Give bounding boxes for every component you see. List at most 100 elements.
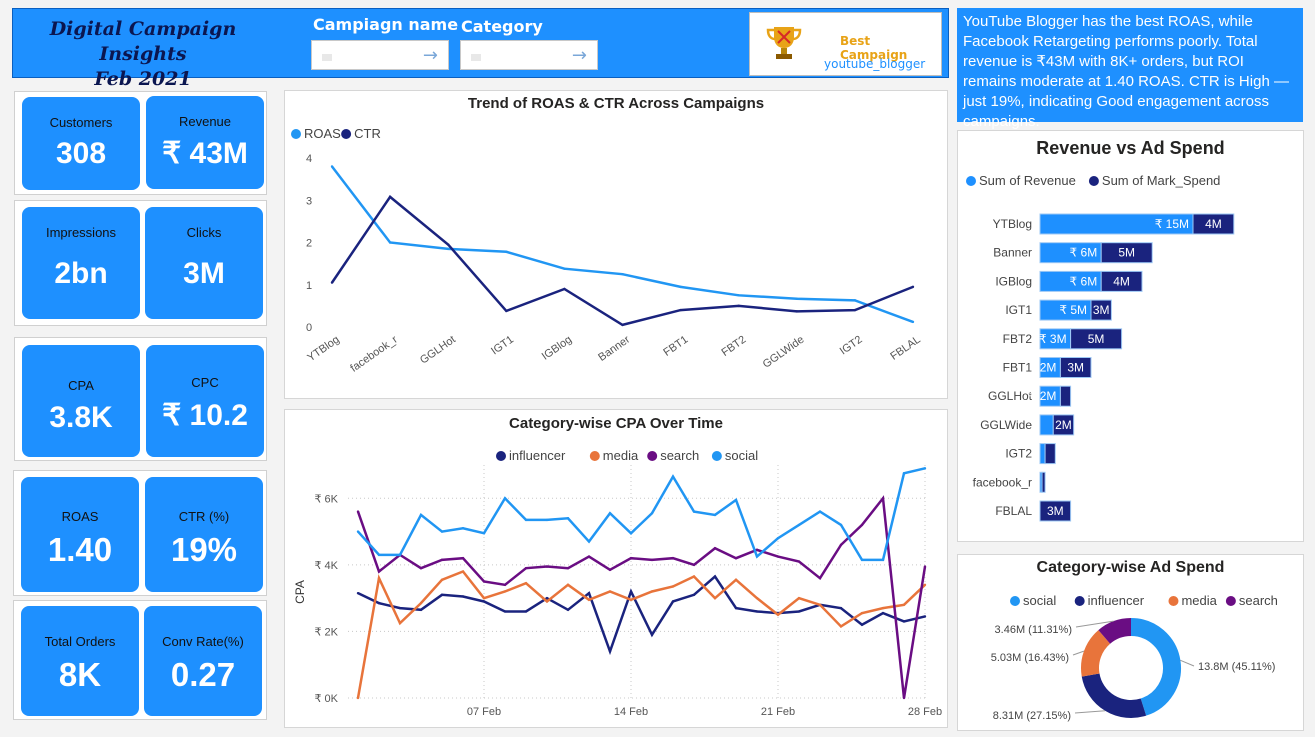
- ad-spend-donut-chart: social influencer media search 13.8M (45.11%…: [991, 593, 1278, 722]
- data-point: [853, 299, 857, 302]
- bar-data-label: 3M: [1047, 504, 1064, 518]
- series-line-roas: [331, 165, 914, 324]
- kpi-value: ₹ 43M: [162, 137, 248, 170]
- kpi-value: 8K: [58, 656, 102, 693]
- campaign-slicer-input[interactable]: →: [311, 40, 449, 70]
- data-point: [755, 610, 759, 613]
- bar-data-label: 4M: [1205, 217, 1222, 231]
- data-point: [419, 566, 423, 570]
- data-point: [608, 568, 612, 572]
- data-point: [776, 555, 780, 558]
- data-point: [505, 250, 508, 253]
- data-point: [566, 608, 570, 611]
- kpi-label: Impressions: [45, 225, 117, 240]
- data-point: [853, 308, 857, 312]
- data-point: [911, 320, 915, 324]
- data-point: [608, 590, 612, 593]
- bar-data-label: ₹ 2M: [1029, 361, 1057, 375]
- data-point: [545, 565, 549, 568]
- data-point: [671, 600, 675, 603]
- legend-label: Sum of Revenue: [979, 173, 1076, 188]
- data-point: [524, 566, 528, 570]
- x-tick-label: FBLAL: [888, 334, 922, 363]
- kpi-revenue: Revenue ₹ 43M: [146, 96, 264, 189]
- kpi-value: 19%: [170, 531, 238, 568]
- category-label: YTBlog: [993, 217, 1032, 231]
- category-slicer-input[interactable]: →: [460, 40, 598, 70]
- category-slicer-label: Category: [461, 17, 543, 36]
- data-point: [734, 606, 738, 610]
- insight-text: YouTube Blogger has the best ROAS, while…: [957, 8, 1303, 130]
- data-point: [902, 472, 906, 475]
- kpi-group-5: Total Orders 8K Conv Rate(%) 0.27: [13, 600, 267, 720]
- data-point: [419, 608, 423, 611]
- data-point: [505, 309, 508, 313]
- data-point: [524, 581, 528, 585]
- series-line-influencer: [357, 574, 926, 656]
- bar-revenue: [1039, 443, 1046, 465]
- y-axis-title: CPA: [293, 580, 307, 604]
- category-label: IGBlog: [995, 274, 1032, 288]
- bar-spend: [1044, 443, 1056, 465]
- data-point: [860, 611, 864, 615]
- x-tick-label: IGBlog: [540, 334, 574, 363]
- leader-line: [1072, 650, 1085, 656]
- data-point: [377, 570, 381, 573]
- data-point: [482, 600, 486, 603]
- best-campaign-card: Best Campaign youtube_blogger: [749, 12, 942, 76]
- bar-data-label: ₹ 2M: [1029, 389, 1057, 403]
- data-point: [587, 591, 591, 595]
- data-point: [447, 247, 450, 251]
- kpi-value: 2bn: [54, 257, 108, 290]
- category-label: GGLWide: [980, 418, 1032, 432]
- data-point: [650, 558, 654, 562]
- data-point: [860, 558, 864, 562]
- roas-ctr-chart: ROAS CTR 0 1 2 3 4 YTBlog facebook_r GGLHot IGT1 IG…: [291, 126, 923, 375]
- data-point: [671, 475, 675, 478]
- kpi-label: ROAS: [61, 509, 99, 524]
- legend-label: CTR: [354, 126, 381, 141]
- data-point: [398, 553, 402, 557]
- data-point: [713, 513, 717, 517]
- data-point: [692, 563, 696, 567]
- kpi-label: Clicks: [186, 225, 222, 240]
- data-point: [545, 600, 549, 603]
- legend-marker: [966, 176, 976, 186]
- bar-data-label: ₹ 15M: [1155, 217, 1189, 231]
- bar-data-label: ₹ 5M: [1059, 303, 1087, 317]
- data-point: [330, 281, 334, 284]
- legend-label: search: [660, 448, 699, 463]
- data-point: [566, 583, 570, 587]
- kpi-value: 1.40: [47, 531, 113, 568]
- y-tick-label: ₹ 4K: [314, 560, 338, 572]
- data-point: [737, 304, 740, 308]
- bar-data-label: ₹ 6M: [1070, 246, 1098, 260]
- x-tick-label: FBT1: [661, 334, 690, 359]
- category-label: IGT2: [1005, 447, 1032, 461]
- kpi-total-orders: Total Orders 8K: [21, 606, 139, 716]
- data-point: [461, 557, 465, 560]
- legend-marker: [1074, 596, 1085, 606]
- data-point: [629, 590, 633, 593]
- data-point: [734, 578, 738, 582]
- category-label: facebook_r: [973, 475, 1032, 489]
- data-point: [737, 294, 740, 297]
- data-point: [629, 557, 633, 560]
- data-point: [461, 595, 465, 598]
- data-point: [923, 565, 927, 568]
- data-point: [713, 596, 717, 600]
- data-point: [797, 560, 801, 563]
- data-point: [524, 610, 528, 613]
- bar-spend: [1041, 471, 1046, 493]
- y-tick-label: ₹ 0K: [314, 693, 338, 705]
- bar-data-label: ₹ 6M: [1070, 274, 1098, 288]
- data-point: [713, 547, 717, 550]
- data-point: [482, 580, 486, 583]
- data-point: [629, 598, 633, 602]
- x-tick-label: YTBlog: [305, 334, 341, 365]
- data-point: [671, 585, 675, 588]
- x-tick-label: Banner: [596, 333, 632, 363]
- kpi-group-3: CPA 3.8K CPC ₹ 10.2: [14, 337, 267, 461]
- kpi-label: Total Orders: [44, 634, 116, 649]
- roas-ctr-chart-panel: Trend of ROAS & CTR Across Campaigns ROA…: [284, 90, 948, 399]
